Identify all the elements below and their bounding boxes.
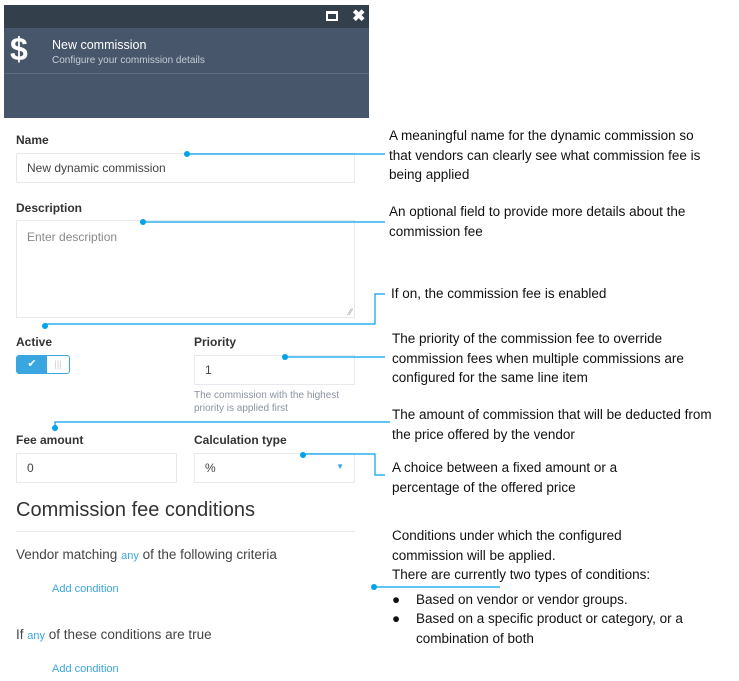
- annotation-conditions: Conditions under which the configured co…: [392, 526, 732, 648]
- annotation-bullet: ● Based on vendor or vendor groups.: [392, 591, 628, 607]
- connector-calculation-type: [303, 453, 385, 476]
- connector-dot: [371, 584, 377, 590]
- annotation-conditions-line1: Conditions under which the configured co…: [392, 528, 622, 563]
- annotation-conditions-line2: There are currently two types of conditi…: [392, 567, 651, 582]
- annotation-active: If on, the commission fee is enabled: [391, 286, 607, 301]
- annotation-calculation-type: A choice between a fixed amount or a per…: [392, 460, 618, 495]
- connector-fee-amount: [54, 421, 390, 428]
- annotation-description: An optional field to provide more detail…: [389, 204, 686, 239]
- connector-dot: [52, 425, 58, 431]
- connector-dot: [140, 219, 146, 225]
- annotation-priority: The priority of the commission fee to ov…: [392, 331, 684, 385]
- connector-dot: [184, 151, 190, 157]
- connector-active: [44, 293, 385, 325]
- connector-dot: [42, 323, 48, 329]
- connector-dot: [300, 452, 306, 458]
- annotation-name: A meaningful name for the dynamic commis…: [389, 128, 701, 182]
- connector-dot: [282, 354, 288, 360]
- annotation-fee-amount: The amount of commission that will be de…: [392, 407, 712, 442]
- annotation-bullet: ● Based on a specific product or category…: [392, 611, 683, 646]
